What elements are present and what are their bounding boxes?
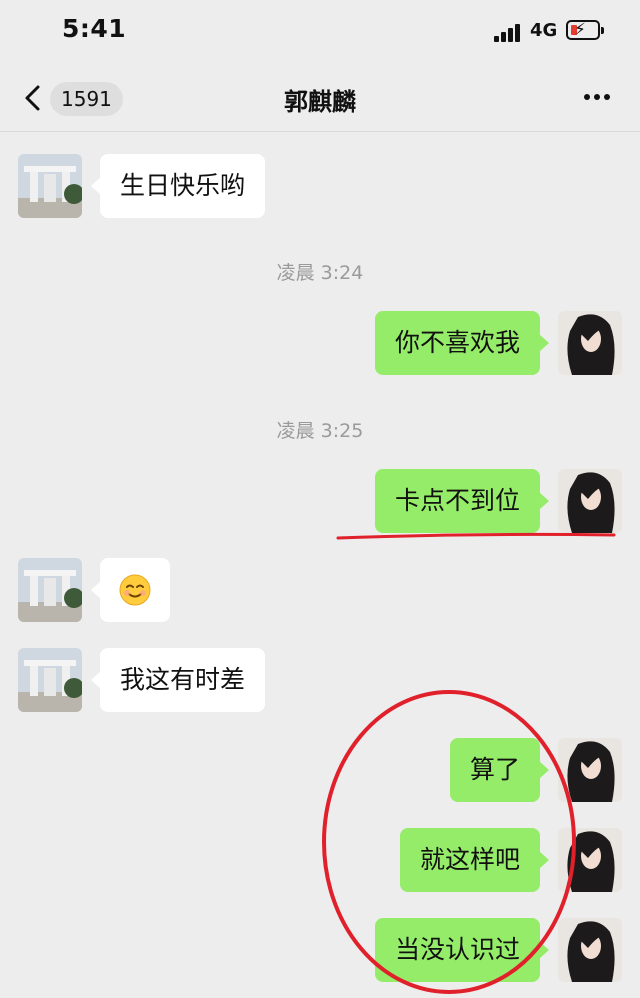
emoji-message-bubble[interactable]	[91, 558, 170, 622]
message-bubble-incoming[interactable]: 我这有时差	[90, 648, 266, 712]
more-options-icon[interactable]	[580, 94, 614, 102]
battery-cap	[601, 27, 604, 34]
timestamp: 凌晨 3:24	[276, 262, 364, 284]
status-bar: 5:41 4G ⚡	[0, 0, 640, 64]
my-avatar[interactable]	[558, 311, 622, 375]
red-underline-annotation	[336, 532, 616, 540]
network-label: 4G	[530, 20, 558, 41]
contact-avatar[interactable]	[18, 154, 82, 218]
my-avatar[interactable]	[558, 469, 622, 533]
timestamp: 凌晨 3:25	[276, 420, 364, 442]
message-bubble-outgoing[interactable]: 卡点不到位	[374, 469, 550, 533]
red-circle-annotation	[322, 690, 576, 994]
status-time: 5:41	[62, 14, 127, 43]
chat-header: 1591 郭麒麟	[0, 64, 640, 132]
chat-title: 郭麒麟	[284, 88, 356, 116]
smiling-face-emoji-icon	[119, 574, 151, 606]
message-bubble-outgoing[interactable]: 你不喜欢我	[374, 311, 550, 375]
signal-icon	[494, 22, 524, 42]
contact-avatar[interactable]	[18, 648, 82, 712]
message-bubble-incoming[interactable]: 生日快乐哟	[90, 154, 266, 218]
battery-icon: ⚡	[566, 20, 600, 40]
contact-avatar[interactable]	[18, 558, 82, 622]
